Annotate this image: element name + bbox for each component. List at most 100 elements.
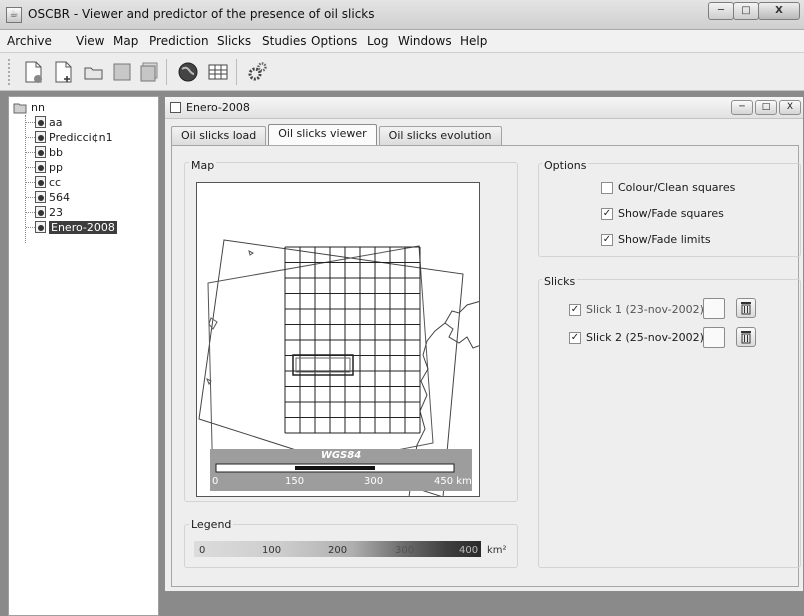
show-fade-limits-checkbox[interactable]: ✓ Show/Fade limits (601, 233, 711, 246)
tab-bar: Oil slicks load Oil slicks viewer Oil sl… (171, 124, 504, 145)
scale-tick: 450 km (434, 476, 472, 487)
menu-prediction[interactable]: Prediction (149, 34, 209, 48)
slick-2-checkbox[interactable]: ✓ Slick 2 (25-nov-2002) (569, 331, 704, 344)
study-tree[interactable]: nn aa Predicci¢n1 bb pp cc 564 23 Enero-… (8, 96, 159, 616)
tree-item-label: bb (49, 145, 63, 159)
menu-map[interactable]: Map (113, 34, 138, 48)
study-node-icon (35, 146, 46, 158)
settings-gears-icon (248, 62, 267, 81)
tree-item[interactable]: aa (35, 115, 62, 129)
checkbox-box[interactable]: ✓ (601, 207, 613, 220)
checkbox-box[interactable]: ✓ (569, 303, 581, 316)
study-node-icon (35, 206, 46, 218)
tree-item-label: cc (49, 175, 62, 189)
checkbox-box[interactable] (601, 181, 613, 194)
tree-root[interactable]: nn (13, 101, 45, 114)
show-fade-squares-checkbox[interactable]: ✓ Show/Fade squares (601, 207, 724, 220)
menu-windows[interactable]: Windows (398, 34, 452, 48)
scale-bar: WGS84 0 150 300 450 km (210, 449, 472, 491)
scale-tick: 150 (285, 476, 305, 487)
menu-view[interactable]: View (76, 34, 104, 48)
island-shape (208, 317, 218, 330)
tree-item-label: 23 (49, 205, 63, 219)
tab-oil-slicks-viewer[interactable]: Oil slicks viewer (268, 124, 377, 145)
close-button[interactable]: X (758, 2, 800, 20)
tree-connector (26, 212, 35, 213)
study-window-titlebar[interactable]: Enero-2008 ─ □ X (165, 97, 803, 119)
java-app-icon[interactable]: ☕ (6, 7, 22, 23)
new-study-button[interactable] (20, 59, 48, 85)
tree-item[interactable]: Predicci¢n1 (35, 130, 113, 144)
colour-clean-squares-checkbox[interactable]: Colour/Clean squares (601, 181, 735, 194)
map-view[interactable]: WGS84 0 150 300 450 km (196, 182, 480, 497)
globe-icon (178, 62, 198, 82)
legend-unit: km² (487, 545, 507, 556)
tree-item[interactable]: pp (35, 160, 63, 174)
legend-tick: 0 (199, 545, 206, 556)
tab-oil-slicks-load[interactable]: Oil slicks load (171, 126, 267, 145)
desktop-pane (160, 592, 804, 616)
checkbox-box[interactable]: ✓ (601, 233, 613, 246)
tree-item-selected[interactable]: Enero-2008 (35, 220, 117, 234)
study-node-icon (35, 131, 46, 143)
study-minimize-button[interactable]: ─ (731, 100, 753, 115)
slick-2-color-button[interactable] (703, 327, 725, 348)
menu-slicks[interactable]: Slicks (217, 34, 251, 48)
checkbox-box[interactable]: ✓ (569, 331, 581, 344)
tree-item[interactable]: cc (35, 175, 61, 189)
study-node-icon (35, 221, 46, 233)
study-node-icon (35, 176, 46, 188)
scale-ruler (215, 463, 455, 473)
slick-2-delete-button[interactable] (736, 327, 756, 347)
checkbox-label: Show/Fade squares (618, 207, 724, 220)
save-button[interactable] (108, 59, 136, 85)
new-document-button[interactable] (50, 59, 78, 85)
study-node-icon (35, 191, 46, 203)
study-close-button[interactable]: X (779, 100, 801, 115)
maximize-button[interactable]: □ (733, 2, 759, 20)
grid-button[interactable] (204, 59, 232, 85)
study-node-icon (35, 116, 46, 128)
scale-title: WGS84 (320, 450, 362, 461)
menu-log[interactable]: Log (367, 34, 388, 48)
menu-options[interactable]: Options (311, 34, 357, 48)
slick-1-checkbox[interactable]: ✓ Slick 1 (23-nov-2002) (569, 303, 704, 316)
study-maximize-button[interactable]: □ (755, 100, 777, 115)
tree-connector (26, 197, 35, 198)
study-window-title: Enero-2008 (186, 101, 250, 114)
menu-help[interactable]: Help (460, 34, 487, 48)
window-controls: ─ □ X (708, 2, 800, 20)
minimize-button[interactable]: ─ (708, 2, 734, 20)
menu-archive[interactable]: Archive (7, 34, 52, 48)
tab-oil-slicks-evolution[interactable]: Oil slicks evolution (378, 126, 502, 145)
tree-item[interactable]: 23 (35, 205, 63, 219)
slick-1-color-button[interactable] (703, 298, 725, 319)
scale-tick: 0 (212, 476, 219, 487)
open-folder-icon (84, 67, 103, 80)
legend-tick: 200 (328, 545, 348, 556)
window-title: OSCBR - Viewer and predictor of the pres… (28, 7, 375, 21)
slick-1-delete-button[interactable] (736, 298, 756, 318)
tree-item-label: pp (49, 160, 63, 174)
study-node-icon (35, 161, 46, 173)
tree-item[interactable]: bb (35, 145, 63, 159)
tree-connector (26, 152, 35, 153)
settings-button[interactable] (244, 59, 272, 85)
legend-tick: 400 (459, 545, 479, 556)
new-document-icon (55, 61, 72, 83)
trash-icon (741, 302, 751, 315)
toolbar-grip[interactable] (8, 59, 12, 85)
folder-icon (13, 103, 27, 114)
menu-bar: Archive View Map Prediction Slicks Studi… (0, 30, 804, 53)
tree-item-label: Enero-2008 (49, 220, 117, 234)
tree-item-label: Predicci¢n1 (49, 130, 113, 144)
save-as-button[interactable] (135, 59, 163, 85)
new-study-icon (25, 61, 42, 83)
tree-connector (25, 115, 26, 243)
open-button[interactable] (80, 59, 108, 85)
globe-button[interactable] (174, 59, 202, 85)
menu-studies[interactable]: Studies (262, 34, 307, 48)
tree-item[interactable]: 564 (35, 190, 70, 204)
legend-tick: 100 (262, 545, 282, 556)
document-icon (170, 102, 181, 113)
